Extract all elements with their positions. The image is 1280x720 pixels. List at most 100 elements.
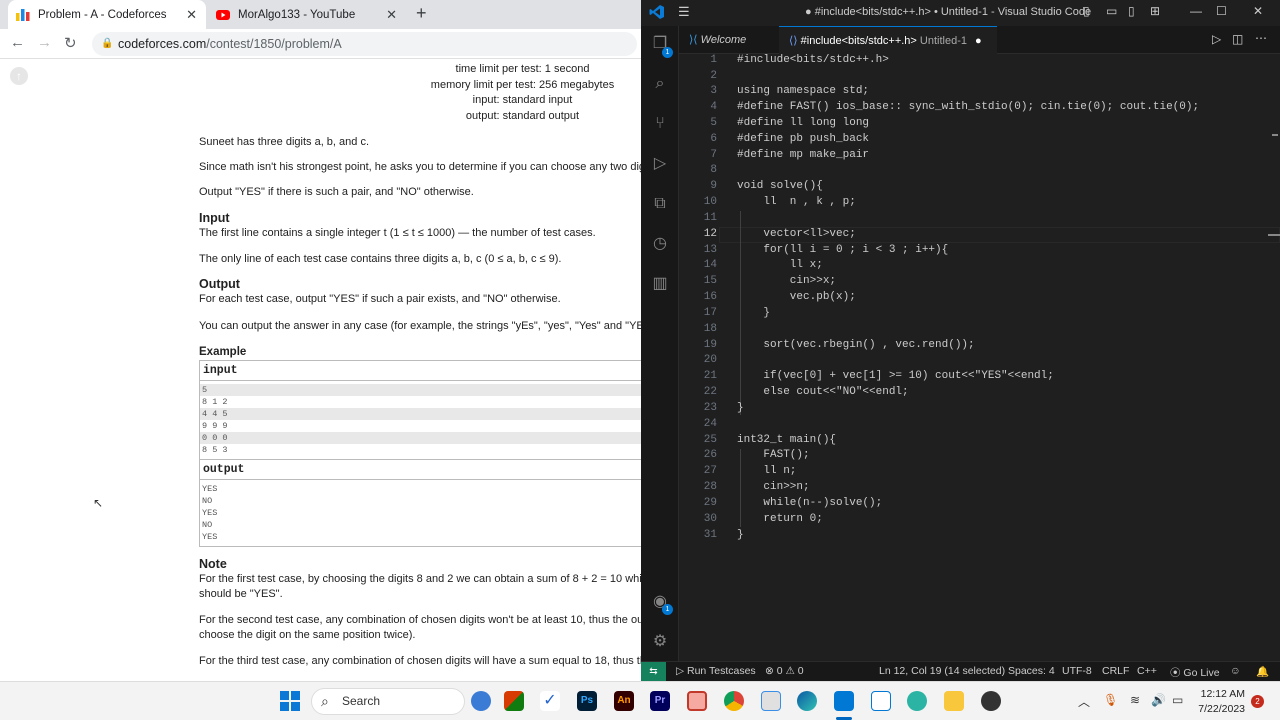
system-clock[interactable]: 12:12 AM 7/22/2023 <box>1190 687 1245 717</box>
bing-icon[interactable] <box>471 691 491 711</box>
close-tab-icon[interactable]: ✕ <box>186 7 197 23</box>
code-line: #define ll long long <box>737 117 870 129</box>
todo-icon[interactable]: ✓ <box>540 691 560 711</box>
toggle-secondary-sidebar-icon[interactable]: ▯ <box>1128 4 1135 18</box>
statement-text: Since math isn't his strongest point, he… <box>199 161 641 173</box>
back-icon[interactable]: ← <box>10 34 25 51</box>
line-number: 14 <box>703 259 717 271</box>
extensions-icon[interactable]: ⧉ <box>650 194 670 214</box>
note-text: For the first test case, by choosing the… <box>199 573 641 585</box>
line-number: 10 <box>703 196 717 208</box>
obs-like-icon[interactable] <box>687 691 707 711</box>
wifi-icon[interactable]: ≋ <box>1130 693 1140 707</box>
code-line: vec.pb(x); <box>737 291 856 303</box>
line-number: 22 <box>703 386 717 398</box>
code-line: void solve(){ <box>737 180 823 192</box>
line-number: 20 <box>703 354 717 366</box>
tab-untitled-1[interactable]: ⟨⟩ #include<bits/stdc++.h> Untitled-1 ● <box>779 26 997 54</box>
battery-icon[interactable]: ▭ <box>1172 693 1183 707</box>
line-number: 3 <box>710 85 717 97</box>
split-editor-icon[interactable]: ◫ <box>1232 32 1243 46</box>
toggle-panel-icon[interactable]: ▭ <box>1106 4 1117 18</box>
edge-icon[interactable] <box>797 691 817 711</box>
tab-suffix: Untitled-1 <box>919 35 967 47</box>
problem-page: ↑ time limit per test: 1 second memory l… <box>0 59 641 681</box>
close-window-icon[interactable]: ✕ <box>1253 4 1263 18</box>
show-hidden-icons-icon[interactable]: ︿ <box>1078 693 1090 710</box>
editor-scrollbar[interactable] <box>1268 54 1280 661</box>
office-icon[interactable] <box>504 691 524 711</box>
run-code-icon[interactable]: ▷ <box>1212 32 1221 46</box>
obs-icon[interactable] <box>981 691 1001 711</box>
screen-capture-icon[interactable] <box>761 691 781 711</box>
note-text: choose the digit on the same position tw… <box>199 629 416 641</box>
menu-icon[interactable]: ☰ <box>678 4 690 20</box>
new-tab-button[interactable]: + <box>416 3 427 24</box>
address-bar[interactable]: 🔒 codeforces.com/contest/1850/problem/A <box>92 32 637 56</box>
tab-title: Problem - A - Codeforces <box>38 8 167 21</box>
activity-bar: ❐ 1 ⌕ ⑂ ▷ ⧉ ◷ ▥ ◉ 1 ⚙ <box>641 26 679 661</box>
tab-codeforces[interactable]: Problem - A - Codeforces ✕ <box>8 0 206 29</box>
problems-indicator[interactable]: ⊗ 0 ⚠ 0 <box>765 665 804 677</box>
example-heading: Example <box>199 346 247 358</box>
photoshop-icon[interactable]: Ps <box>577 691 597 711</box>
search-icon[interactable]: ⌕ <box>650 74 670 94</box>
line-number: 17 <box>703 307 717 319</box>
output-text: You can output the answer in any case (f… <box>199 320 641 332</box>
language-mode[interactable]: C++ <box>1137 665 1157 677</box>
toggle-sidebar-icon[interactable]: ▯ <box>1083 4 1090 18</box>
premiere-icon[interactable]: Pr <box>650 691 670 711</box>
example-output-title: output <box>200 460 641 480</box>
browser-app-icon[interactable] <box>907 691 927 711</box>
unsaved-dot-icon[interactable]: ● <box>975 27 982 55</box>
vscode-taskbar-icon[interactable] <box>834 691 854 711</box>
explorer-badge: 1 <box>662 47 673 58</box>
forward-icon[interactable]: → <box>37 34 52 51</box>
scroll-up-icon[interactable]: ↑ <box>10 67 28 85</box>
url-domain: codeforces.com <box>118 37 207 51</box>
testing-icon[interactable]: ▥ <box>650 274 670 294</box>
maximize-icon[interactable]: ☐ <box>1216 4 1227 18</box>
run-testcases-button[interactable]: ▷ Run Testcases <box>676 665 756 677</box>
example-input-line: 8 5 3 <box>202 445 228 455</box>
notepad-icon[interactable] <box>871 691 891 711</box>
scroll-marker <box>1272 134 1278 136</box>
tab-welcome[interactable]: ⟩⟨ Welcome <box>679 26 779 54</box>
taskbar-search[interactable]: ⌕ Search <box>311 688 465 715</box>
cpp-file-icon: ⟨⟩ <box>789 35 798 47</box>
go-live-button[interactable]: ⦿ Go Live <box>1170 665 1220 680</box>
code-line: } <box>737 529 744 541</box>
notification-badge[interactable]: 2 <box>1251 695 1264 708</box>
line-number: 16 <box>703 291 717 303</box>
input-heading: Input <box>199 211 230 225</box>
volume-icon[interactable]: 🔊 <box>1151 693 1166 707</box>
remote-icon[interactable]: ⇆ <box>641 662 666 682</box>
customize-layout-icon[interactable]: ⊞ <box>1150 4 1160 18</box>
notifications-bell-icon[interactable]: 🔔 <box>1256 665 1269 678</box>
file-explorer-icon[interactable] <box>944 691 964 711</box>
end-of-line[interactable]: CRLF <box>1102 665 1129 677</box>
reload-icon[interactable]: ↻ <box>64 34 77 52</box>
cursor-position[interactable]: Ln 12, Col 19 (14 selected) <box>879 665 1005 677</box>
indentation[interactable]: Spaces: 4 <box>1008 665 1055 677</box>
run-debug-icon[interactable]: ▷ <box>650 154 670 174</box>
windows-start-icon[interactable] <box>280 691 300 714</box>
more-actions-icon[interactable]: ⋯ <box>1255 31 1267 45</box>
settings-gear-icon[interactable]: ⚙ <box>650 632 670 652</box>
tab-youtube[interactable]: MorAlgo133 - YouTube ✕ <box>208 0 406 29</box>
close-tab-icon[interactable]: ✕ <box>386 7 397 23</box>
output-text: For each test case, output "YES" if such… <box>199 293 561 305</box>
source-control-icon[interactable]: ⑂ <box>650 114 670 134</box>
minimize-icon[interactable]: — <box>1190 4 1202 18</box>
code-editor[interactable]: 1 2 3 4 5 6 7 8 9 10 11 12 13 14 15 16 1… <box>679 54 1280 661</box>
mouse-cursor-icon: ↖ <box>93 496 104 510</box>
microphone-icon[interactable]: 🎙 <box>1103 693 1118 707</box>
line-number: 25 <box>703 434 717 446</box>
encoding[interactable]: UTF-8 <box>1062 665 1092 677</box>
animate-icon[interactable]: An <box>614 691 634 711</box>
code-line: ll n , k , p; <box>737 196 856 208</box>
chrome-icon[interactable] <box>724 691 744 711</box>
line-number: 11 <box>703 212 717 224</box>
feedback-icon[interactable]: ☺ <box>1230 665 1241 677</box>
timeline-icon[interactable]: ◷ <box>650 234 670 254</box>
